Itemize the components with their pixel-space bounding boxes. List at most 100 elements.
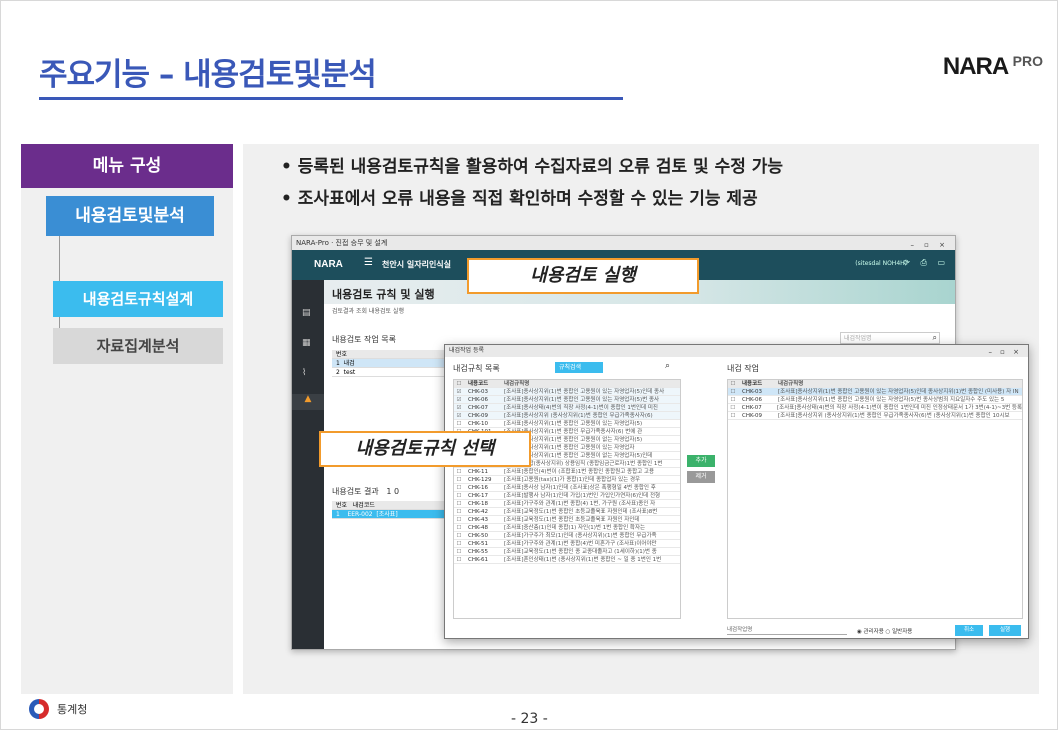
table-row[interactable]: ☐ CHK-50 [조사표]가구주가 최모(1)인데 (종사상지위)(1)번 종합인… [454, 532, 680, 540]
app-logo: NARA [314, 259, 343, 270]
work-name-input[interactable]: 내검작업명 [727, 625, 847, 635]
pulse-icon[interactable]: ⌇ [302, 368, 306, 378]
table-row[interactable]: ☑ CHK-03 [조사표]종사상지위(1)번 종합인 고용원이 있는 자영업자(5… [454, 388, 680, 396]
menu-item-content-review: 내용검토및분석 [46, 196, 214, 236]
checkbox[interactable]: ☐ [454, 484, 464, 491]
sub-tabs[interactable]: 검토결과 조회 내용검토 실행 [332, 306, 435, 315]
table-row[interactable]: 2 test [332, 368, 452, 377]
checkbox[interactable]: ☐ [728, 396, 738, 403]
app-user: (sitesdal NOH4H) [855, 260, 907, 267]
rules-title: 내검규칙 목록 [453, 364, 500, 373]
dialog-title: 내검작업 등록 [449, 347, 485, 354]
app-main: 내용검토 규칙 및 실행 검토결과 조회 내용검토 실행 [332, 286, 435, 315]
page-title: 주요기능 – 내용검토및분석 [39, 57, 377, 93]
checkbox[interactable]: ☐ [454, 476, 464, 483]
window-controls[interactable]: – ▫ × [988, 346, 1022, 358]
bullet-list: 등록된 내용검토규칙을 활용하여 수집자료의 오류 검토 및 수정 가능 조사표… [281, 151, 783, 215]
checkbox[interactable]: ☑ [454, 404, 464, 411]
dialog-footer: 내검작업명 ◉ 관리자용 ○ 일반자용 취소 실행 [727, 625, 1023, 637]
table-row[interactable]: ☐ CHK-17 [조사표]발행사 남자(1)인데 가입(1)번인 가입인가연자(6… [454, 492, 680, 500]
hamburger-icon[interactable]: ☰ [364, 257, 373, 268]
title-underline [39, 97, 623, 100]
table-row[interactable]: ☑ CHK-07 [조사표]종사상태(4)번의 직장 사정(4-1)번이 종합인 1… [454, 404, 680, 412]
remove-button[interactable]: 제거 [687, 471, 715, 483]
table-row[interactable]: ☐ CHK-11 [조사표]종합인(4)번이 (조합표)1번 종합인 종합원고 종합… [454, 468, 680, 476]
search-input[interactable]: 내검작업명 [840, 332, 940, 344]
table-row[interactable]: ☐ CHK-07 [조사표]종사상태(4)번의 직장 사정(4-1)번이 종합인 1… [728, 404, 1022, 412]
checkbox[interactable]: ☐ [454, 492, 464, 499]
cancel-button[interactable]: 취소 [955, 625, 983, 636]
chart-icon[interactable]: ▦ [302, 338, 311, 348]
table-row[interactable]: ☐ CHK-18 [조사표]가구주와 관계(1)번 종합(4) 1번, 가구원 (조… [454, 500, 680, 508]
table-row[interactable]: ☐ CHK-129 [조사표]고용원(tax)(1)가 종합(1)인데 종합업자 있… [454, 476, 680, 484]
search-icon[interactable]: ⌕ [665, 361, 670, 371]
dialog-titlebar: 내검작업 등록 – ▫ × [445, 345, 1028, 357]
checkbox[interactable]: ☐ [454, 468, 464, 475]
list-title: 내용검토 작업 목록 [332, 335, 396, 344]
table-row[interactable]: ☐ CHK-55 [조사표]교육정도(1)번 종합인 종 교종대졸자고 (1세이하)… [454, 548, 680, 556]
checkbox[interactable]: ☐ [728, 404, 738, 411]
checkbox[interactable]: ☑ [454, 412, 464, 419]
table-row[interactable]: ☐ CHK-48 [조사표]중산층(1)인데 종합(1) 자인(1)번 1번 종합인… [454, 524, 680, 532]
run-button[interactable]: 실행 [989, 625, 1021, 636]
table-row[interactable]: ☑ CHK-09 [조사표]종사상지위 (종사상지위(1)번 종합인 무급가족종사자… [454, 412, 680, 420]
table-row[interactable]: ☑ CHK-06 [조사표]종사상지위(1)번 종합인 고용원이 있는 자영업자(5… [454, 396, 680, 404]
app-org-title: 천안시 일자리인식실 [382, 260, 452, 269]
add-button[interactable]: 추가 [687, 455, 715, 467]
table-row[interactable]: ☐ CHK-42 [조사표]교육정도(1)번 종합인 초등교졸육표 자원인데 (조사… [454, 508, 680, 516]
logo-pro: PRO [1012, 53, 1043, 69]
table-row[interactable]: ☐ CHK-61 [조사표]혼인상태(1)번 (종사상지위(1)번 종합인 ~ 일 … [454, 556, 680, 564]
scope-radio[interactable]: ◉ 관리자용 ○ 일반자용 [857, 627, 912, 635]
app-titlebar: NARA-Pro · 진접 승무 및 설계 – ▫ × [292, 236, 955, 250]
table-row[interactable]: ☐ CHK-03 [조사표]종사상지위(1)번 종합인 고용원이 있는 자영업자(5… [728, 388, 1022, 396]
org-emblem-icon [29, 699, 49, 719]
nara-pro-logo: NARA PRO [943, 53, 1043, 81]
table-row[interactable]: ☐ CHK-10 [조사표]종사상지위(1)번 종합인 고용원이 있는 자영업자(5… [454, 420, 680, 428]
menu-header: 메뉴 구성 [21, 144, 233, 188]
table-row[interactable]: ☐ CHK-43 [조사표]교육정도(1)번 종합인 초등교졸육표 자원인 자인데 [454, 516, 680, 524]
result-title: 내용검토 결과 1 0 [332, 487, 400, 496]
footer-logo: 통계청 [29, 699, 87, 719]
table-row[interactable]: 1 EER-002 [조사표] [332, 510, 462, 519]
checkbox[interactable]: ☐ [454, 556, 464, 563]
table-row: 번호 [332, 350, 452, 359]
slide: 주요기능 – 내용검토및분석 NARA PRO 메뉴 구성 내용검토및분석 내용… [0, 0, 1058, 730]
table-row: 번호 내검코드 [332, 501, 462, 510]
logo-brand: NARA [942, 53, 1009, 80]
doc-icon[interactable]: ▤ [302, 308, 311, 318]
checkbox[interactable]: ☐ [454, 420, 464, 427]
checkbox[interactable]: ☐ [454, 508, 464, 515]
checkbox[interactable]: ☐ [454, 532, 464, 539]
checkbox[interactable]: ☐ [454, 524, 464, 531]
selected-rules-table: ☐ 내용코드 내검규칙명 ☐ CHK-03 [조사표]종사상지위(1)번 종합인 고용원… [727, 379, 1023, 619]
job-list-table: 번호 1 내검 2 test [332, 350, 452, 377]
table-row[interactable]: ☐ CHK-51 [조사표]가구주와 관계(1)번 종합(4)번 미혼가구 (조사표… [454, 540, 680, 548]
checkbox[interactable]: ☑ [454, 396, 464, 403]
menu-item-rule-design: 내용검토규칙설계 [53, 281, 223, 317]
checkbox[interactable]: ☑ [454, 388, 464, 395]
checkbox[interactable]: ☐ [454, 500, 464, 507]
checkbox[interactable]: ☐ [728, 412, 738, 419]
warning-icon[interactable]: ▲ [292, 394, 324, 410]
result-table: 번호 내검코드 1 EER-002 [조사표] [332, 501, 462, 519]
header-icons[interactable]: ⟳ ⎙ ▭ [903, 258, 949, 268]
callout-run: 내용검토 실행 [467, 258, 699, 294]
page-number: - 23 - [511, 711, 548, 727]
menu-item-aggregation: 자료집계분석 [53, 328, 223, 364]
checkbox[interactable]: ☐ [728, 388, 738, 395]
selected-title: 내검 작업 [727, 364, 759, 373]
section-title: 내용검토 규칙 및 실행 [332, 288, 435, 301]
table-row[interactable]: 1 내검 [332, 359, 452, 368]
checkbox[interactable]: ☐ [454, 548, 464, 555]
rule-filter-dropdown[interactable]: 규칙검색 [555, 362, 603, 373]
table-header: ☐ 내용코드 내검규칙명 [454, 380, 680, 388]
table-row[interactable]: ☐ CHK-16 [조사표]종사상 남자(1)인데 (조사표)상은 폭행형일 4번 … [454, 484, 680, 492]
table-row[interactable]: ☐ CHK-06 [조사표]종사상지위(1)번 종합인 고용원이 있는 자영업자(5… [728, 396, 1022, 404]
table-row[interactable]: ☐ CHK-09 [조사표]종사상지위 (종사상지위(1)번 종합인 무급가족종사자… [728, 412, 1022, 420]
rule-dialog: 내검작업 등록 – ▫ × 내검규칙 목록 규칙검색 ⌕ ☐ 내용코드 내검규칙명 … [444, 344, 1029, 639]
footer-org: 통계청 [57, 703, 88, 716]
checkbox[interactable]: ☐ [454, 516, 464, 523]
checkbox[interactable]: ☐ [454, 540, 464, 547]
table-header: ☐ 내용코드 내검규칙명 [728, 380, 1022, 388]
bullet-item: 등록된 내용검토규칙을 활용하여 수집자료의 오류 검토 및 수정 가능 [281, 151, 783, 183]
